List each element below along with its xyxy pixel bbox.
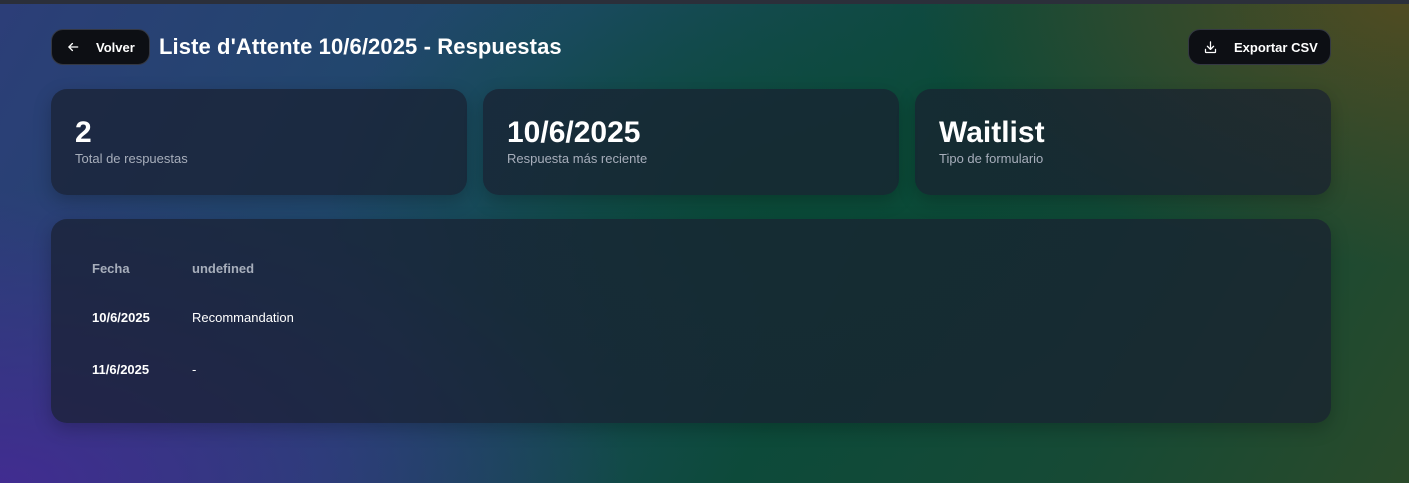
table-cell-value: - <box>192 361 197 377</box>
stat-value: 10/6/2025 <box>507 116 641 149</box>
table-row: 10/6/2025 Recommandation <box>77 291 309 343</box>
stats-row: 2 Total de respuestas 10/6/2025 Respuest… <box>51 89 1331 195</box>
stat-label: Respuesta más reciente <box>507 151 648 166</box>
arrow-left-icon <box>68 42 79 52</box>
stat-value: 2 <box>75 116 92 149</box>
stat-label: Tipo de formulario <box>939 151 1044 166</box>
table-row: 11/6/2025 - <box>77 343 309 395</box>
back-button[interactable]: Volver <box>51 29 150 65</box>
column-header-fecha: Fecha <box>92 260 130 276</box>
page-title: Liste d'Attente 10/6/2025 - Respuestas <box>159 34 562 59</box>
stat-card-total-responses: 2 Total de respuestas <box>51 89 467 195</box>
stat-value: Waitlist <box>939 116 1045 149</box>
back-button-label: Volver <box>96 39 135 55</box>
table-cell-date: 10/6/2025 <box>92 309 150 325</box>
table-header-row: Fecha undefined <box>77 245 309 291</box>
stat-card-form-type: Waitlist Tipo de formulario <box>915 89 1331 195</box>
window-top-border <box>0 0 1409 4</box>
stat-card-latest-response: 10/6/2025 Respuesta más reciente <box>483 89 899 195</box>
column-header-undefined: undefined <box>192 260 255 276</box>
page-header: Volver Liste d'Attente 10/6/2025 - Respu… <box>51 29 1331 65</box>
export-csv-label: Exportar CSV <box>1234 39 1318 55</box>
table-cell-value: Recommandation <box>192 309 294 325</box>
download-icon <box>1204 40 1217 53</box>
export-csv-button[interactable]: Exportar CSV <box>1188 29 1331 65</box>
table-cell-date: 11/6/2025 <box>92 361 150 377</box>
responses-table: Fecha undefined 10/6/2025 Recommandation… <box>77 245 309 395</box>
stat-label: Total de respuestas <box>75 151 188 166</box>
responses-table-card: Fecha undefined 10/6/2025 Recommandation… <box>51 219 1331 423</box>
